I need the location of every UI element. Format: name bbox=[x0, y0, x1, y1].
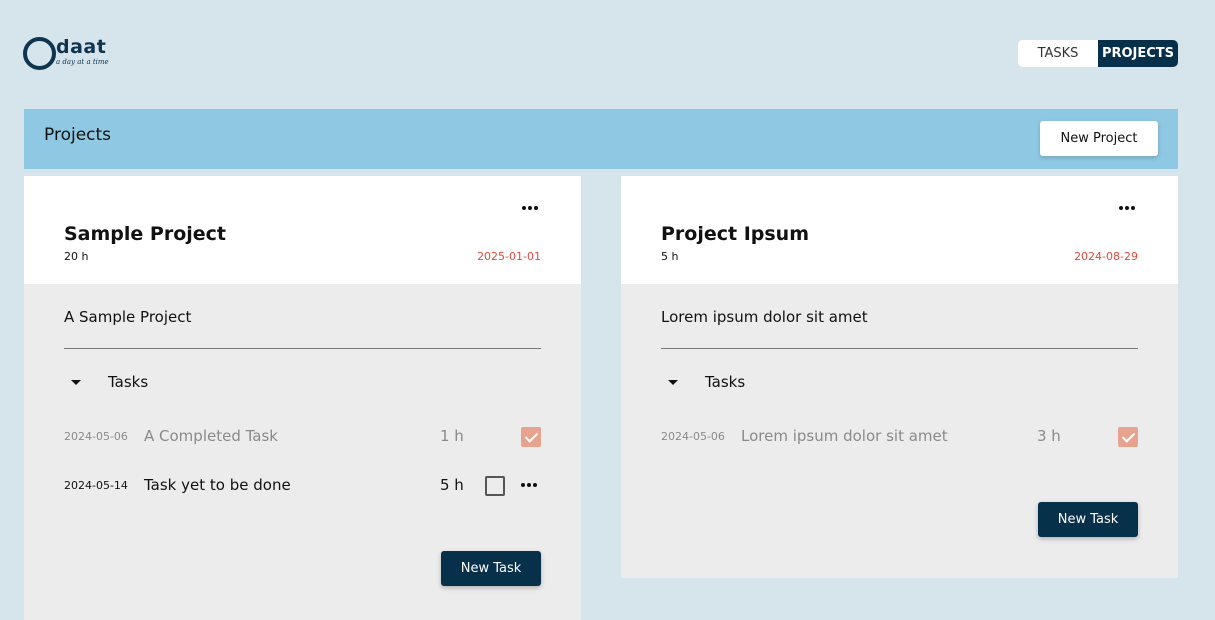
tasks-label: Tasks bbox=[108, 373, 149, 391]
logo-word: daat bbox=[56, 36, 107, 58]
divider bbox=[64, 348, 541, 349]
task-hours: 1 h bbox=[440, 427, 464, 445]
new-project-button[interactable]: New Project bbox=[1040, 121, 1158, 156]
project-menu-icon[interactable] bbox=[1119, 206, 1135, 210]
task-row: 2024-05-06 Lorem ipsum dolor sit amet 3 … bbox=[661, 425, 1138, 449]
logo-ring-icon bbox=[23, 37, 56, 70]
project-name: Project Ipsum bbox=[661, 223, 810, 245]
task-row: 2024-05-06 A Completed Task 1 h bbox=[64, 425, 541, 449]
new-task-button[interactable]: New Task bbox=[441, 551, 541, 586]
task-date: 2024-05-06 bbox=[661, 430, 725, 443]
task-date: 2024-05-14 bbox=[64, 479, 128, 492]
project-card: Sample Project 20 h 2025-01-01 A Sample … bbox=[24, 176, 581, 620]
project-card-header: Sample Project 20 h 2025-01-01 bbox=[24, 176, 581, 284]
projects-header-bar: Projects New Project bbox=[24, 109, 1178, 169]
app-logo[interactable]: daat a day at a time bbox=[23, 36, 113, 72]
caret-down-icon bbox=[668, 379, 678, 385]
project-name: Sample Project bbox=[64, 223, 227, 245]
task-menu-icon[interactable] bbox=[521, 483, 537, 487]
view-toggle: TASKS PROJECTS bbox=[1018, 40, 1178, 67]
task-hours: 3 h bbox=[1037, 427, 1061, 445]
logo-tagline: a day at a time bbox=[56, 58, 109, 66]
task-name: Lorem ipsum dolor sit amet bbox=[741, 427, 948, 445]
caret-down-icon bbox=[71, 379, 81, 385]
page-title: Projects bbox=[44, 125, 112, 145]
project-description: Lorem ipsum dolor sit amet bbox=[661, 308, 868, 326]
project-hours: 5 h bbox=[661, 250, 679, 263]
project-menu-icon[interactable] bbox=[522, 206, 538, 210]
task-done-checkbox[interactable] bbox=[1118, 427, 1138, 447]
project-hours: 20 h bbox=[64, 250, 89, 263]
new-task-button[interactable]: New Task bbox=[1038, 502, 1138, 537]
project-card-header: Project Ipsum 5 h 2024-08-29 bbox=[621, 176, 1178, 284]
task-hours: 5 h bbox=[440, 476, 464, 494]
projects-view-button[interactable]: PROJECTS bbox=[1098, 40, 1178, 67]
project-description: A Sample Project bbox=[64, 308, 192, 326]
task-name: A Completed Task bbox=[144, 427, 278, 445]
task-done-checkbox[interactable] bbox=[521, 427, 541, 447]
project-due-date: 2024-08-29 bbox=[1074, 250, 1138, 263]
tasks-expander[interactable]: Tasks bbox=[661, 372, 745, 392]
divider bbox=[661, 348, 1138, 349]
project-card: Project Ipsum 5 h 2024-08-29 Lorem ipsum… bbox=[621, 176, 1178, 578]
task-name: Task yet to be done bbox=[144, 476, 291, 494]
task-row: 2024-05-14 Task yet to be done 5 h bbox=[64, 474, 541, 498]
task-done-checkbox[interactable] bbox=[485, 476, 505, 496]
tasks-expander[interactable]: Tasks bbox=[64, 372, 148, 392]
project-due-date: 2025-01-01 bbox=[477, 250, 541, 263]
task-date: 2024-05-06 bbox=[64, 430, 128, 443]
tasks-label: Tasks bbox=[705, 373, 746, 391]
tasks-view-button[interactable]: TASKS bbox=[1018, 40, 1098, 67]
